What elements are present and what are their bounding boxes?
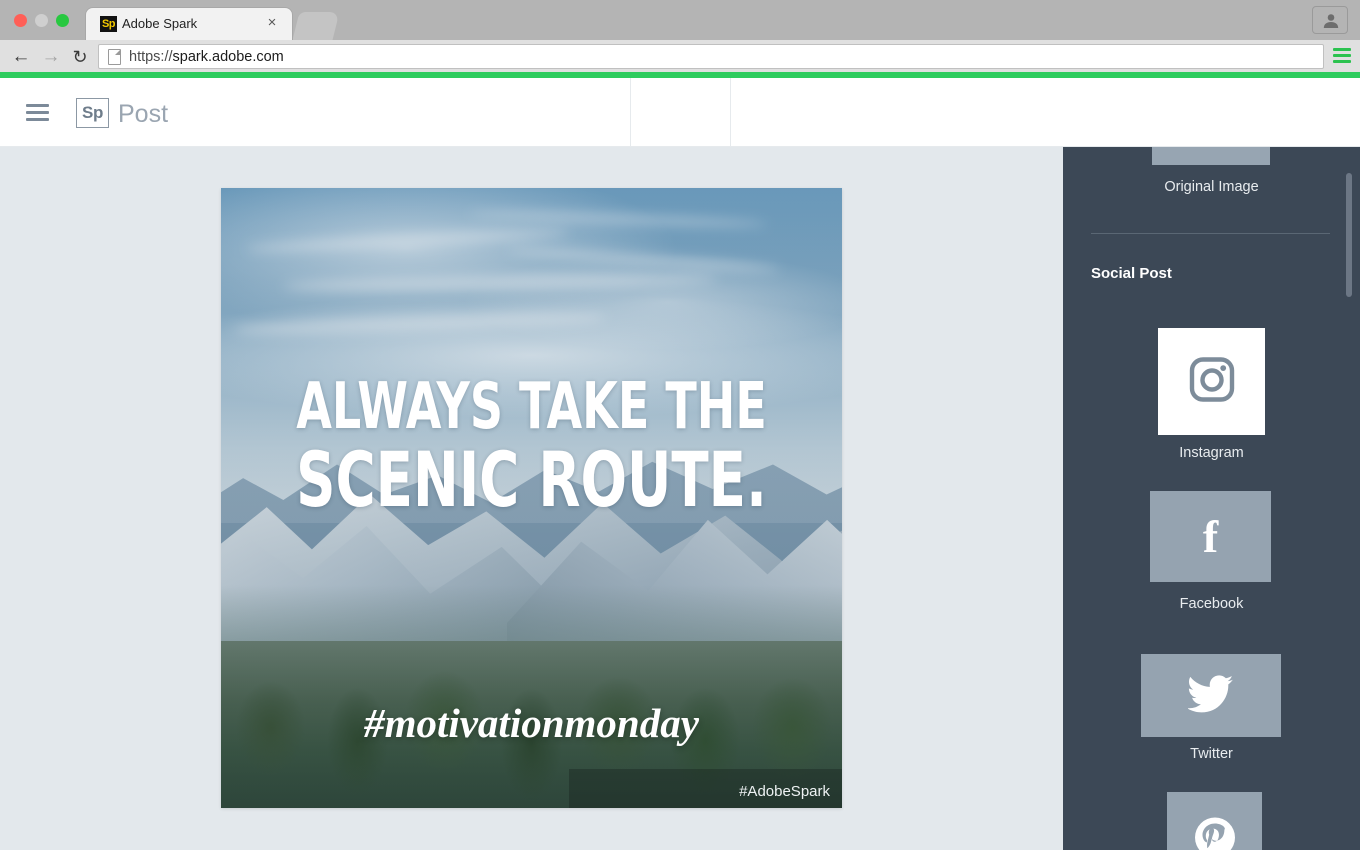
address-bar-url: https://spark.adobe.com: [129, 47, 284, 67]
original-image-thumbnail[interactable]: [1152, 147, 1270, 165]
post-headline[interactable]: ALWAYS TAKE THE SCENIC ROUTE.: [283, 377, 780, 516]
post-hashtag-text[interactable]: #motivationmonday: [221, 703, 842, 744]
browser-tab-title: Adobe Spark: [122, 15, 252, 33]
instagram-icon: [1189, 356, 1235, 407]
resize-option-twitter-label: Twitter: [1063, 746, 1360, 762]
window-traffic-lights: [14, 14, 78, 27]
page-doc-icon: [108, 49, 121, 65]
resize-option-facebook-label: Facebook: [1063, 596, 1360, 612]
resize-sidebar-panel: Original Image Social Post Instagram f F…: [1063, 147, 1360, 850]
resize-option-twitter[interactable]: [1141, 654, 1281, 737]
close-tab-icon[interactable]: ×: [264, 15, 280, 31]
social-post-section-title: Social Post: [1091, 265, 1172, 282]
resize-option-facebook[interactable]: f: [1150, 491, 1271, 582]
resize-option-instagram[interactable]: [1158, 328, 1265, 435]
person-icon: [1322, 12, 1340, 30]
browser-chrome: Sp Adobe Spark ×: [0, 0, 1360, 40]
resize-option-pinterest[interactable]: [1167, 792, 1262, 850]
post-headline-line-1: ALWAYS TAKE THE: [283, 377, 780, 438]
header-divider-right: [730, 78, 731, 147]
browser-profile-button[interactable]: [1312, 6, 1348, 34]
page-title: Post: [118, 98, 168, 130]
back-button[interactable]: ←: [9, 45, 33, 69]
browser-toolbar: ← → ↻ https://spark.adobe.com: [0, 40, 1360, 73]
pinterest-icon: [1193, 815, 1237, 850]
sidebar-divider: [1091, 233, 1330, 234]
adobe-spark-favicon: Sp: [100, 16, 117, 32]
canvas-area: ALWAYS TAKE THE SCENIC ROUTE. #motivatio…: [0, 147, 1063, 850]
resize-option-instagram-label: Instagram: [1063, 445, 1360, 461]
facebook-icon: f: [1203, 514, 1218, 560]
minimize-window-button[interactable]: [35, 14, 48, 27]
twitter-icon: [1188, 674, 1234, 717]
address-bar[interactable]: https://spark.adobe.com: [98, 44, 1324, 69]
chrome-menu-icon[interactable]: [1333, 48, 1351, 64]
sidebar-scrollbar-thumb[interactable]: [1346, 173, 1352, 297]
adobe-spark-watermark: #AdobeSpark: [739, 783, 830, 800]
header-divider-left: [630, 78, 631, 147]
adobe-spark-logo[interactable]: Sp: [76, 98, 109, 128]
post-headline-line-2: SCENIC ROUTE.: [283, 444, 780, 516]
url-host: spark.adobe.com: [173, 49, 284, 65]
maximize-window-button[interactable]: [56, 14, 69, 27]
hamburger-menu-icon[interactable]: [26, 104, 49, 121]
reload-button[interactable]: ↻: [68, 45, 92, 69]
close-window-button[interactable]: [14, 14, 27, 27]
original-image-caption: Original Image: [1063, 179, 1360, 195]
app-header: Sp Post Share ResizeThemePalettePhotoTex…: [0, 78, 1360, 147]
new-tab-button[interactable]: [293, 12, 340, 40]
post-preview-card[interactable]: ALWAYS TAKE THE SCENIC ROUTE. #motivatio…: [221, 188, 842, 808]
forward-button[interactable]: →: [39, 45, 63, 69]
url-scheme: https://: [129, 49, 173, 65]
browser-tab-adobe-spark[interactable]: Sp Adobe Spark ×: [86, 8, 292, 40]
